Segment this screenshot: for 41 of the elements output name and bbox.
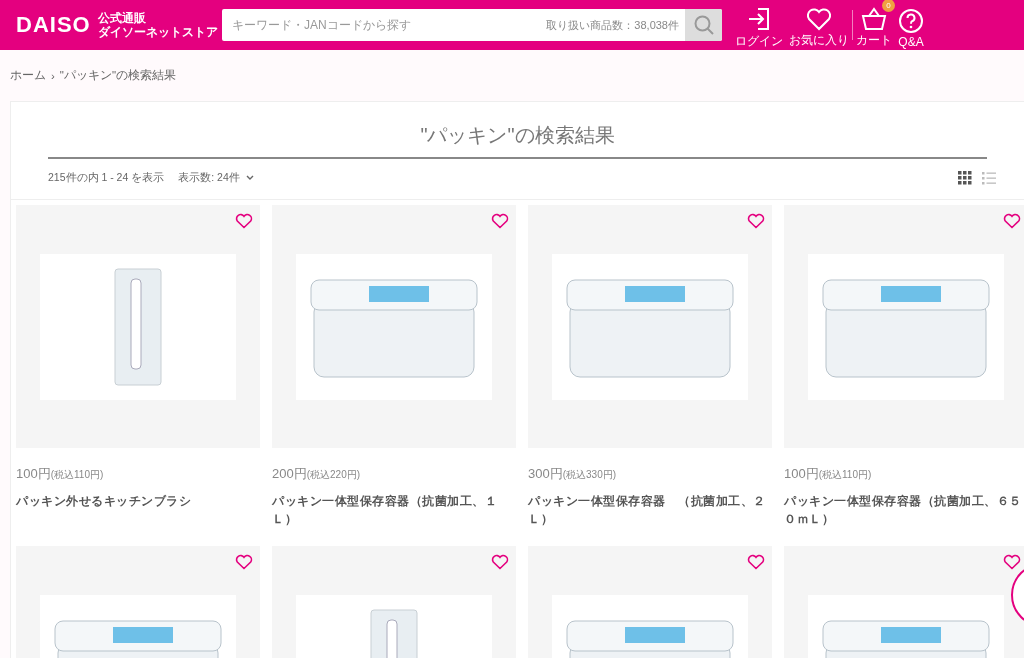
cart-nav-button[interactable]: 0 カート: [853, 1, 895, 49]
store-name: ダイソーネットストア: [97, 25, 218, 39]
product-name[interactable]: パッキン一体型保存容器 （抗菌加工、２Ｌ）: [528, 492, 772, 528]
product-price: 100円(税込110円): [16, 465, 105, 483]
login-nav-button[interactable]: ログイン: [732, 0, 786, 50]
heart-icon[interactable]: [235, 554, 253, 570]
help-nav-button[interactable]: Q&A: [895, 1, 927, 49]
search-icon: [692, 14, 715, 36]
product-price: 200円(税込220円): [272, 465, 362, 483]
heart-icon: [806, 7, 832, 31]
heart-icon[interactable]: [491, 213, 509, 229]
basket-icon: [861, 7, 887, 31]
heart-icon[interactable]: [747, 213, 765, 229]
per-page-dropdown[interactable]: 表示数: 24件: [178, 171, 254, 185]
search-bar[interactable]: キーワード・JANコードから探す 取り扱い商品数：38,038件: [222, 9, 722, 41]
grid-view-button[interactable]: [958, 171, 972, 185]
breadcrumb-link[interactable]: ホーム: [10, 68, 46, 83]
heart-icon[interactable]: [1003, 213, 1021, 229]
grid-icon: [958, 171, 972, 185]
product-price: 100円(税込110円): [784, 465, 873, 483]
heart-icon[interactable]: [235, 213, 253, 229]
help-icon: [898, 7, 924, 34]
product-price: 300円(税込330円): [528, 465, 618, 483]
cart-count-badge: 0: [882, 0, 895, 12]
results-summary: 215件の内 1 - 24 を表示: [48, 171, 165, 185]
search-field[interactable]: キーワード・JANコードから探す: [222, 18, 547, 32]
list-icon: [982, 171, 996, 185]
chevron-down-icon: [245, 175, 254, 181]
heart-icon[interactable]: [1003, 554, 1021, 570]
results-title: "パッキン"の検索結果: [48, 102, 987, 159]
login-icon: [746, 6, 772, 32]
item-count: 取り扱い商品数：38,038件: [546, 17, 680, 33]
store-name: 公式通販: [97, 11, 147, 25]
product-name[interactable]: パッキン外せるキッチンブラシ: [16, 492, 260, 510]
breadcrumb-separator: ›: [51, 69, 55, 82]
heart-icon[interactable]: [491, 554, 509, 570]
product-name[interactable]: パッキン一体型保存容器（抗菌加工、１Ｌ）: [272, 492, 516, 528]
favorite-nav-button[interactable]: お気に入り: [786, 1, 852, 49]
product-name[interactable]: パッキン一体型保存容器（抗菌加工、６５０ｍＬ）: [784, 492, 1024, 528]
heart-icon[interactable]: [747, 554, 765, 570]
logo[interactable]: DAISO: [16, 12, 91, 38]
